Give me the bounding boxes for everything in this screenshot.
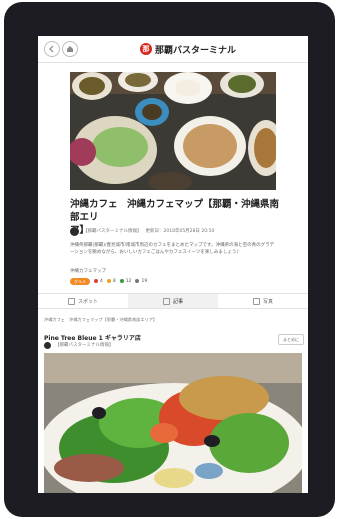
tab-article-label: 記事 [172,298,183,305]
like-count-value: 4 [100,278,103,284]
spot-count-value: 12 [125,278,132,284]
back-arrow-icon [49,45,54,53]
app-title: 那覇バスターミナル [155,45,237,56]
home-button[interactable] [62,41,78,57]
photo-count: 19 [135,279,147,284]
article-icon [162,297,170,305]
avatar[interactable] [44,341,51,349]
clip-icon [106,279,111,283]
clip-count-value: 8 [112,278,116,284]
like-count[interactable]: 4 [94,279,103,284]
brand-logo: 那 [140,43,152,55]
article-author[interactable]: 【那覇バスターミナル情報】 [83,228,142,234]
tab-photo[interactable]: 写真 [218,294,308,308]
app-screen: 那 那覇バスターミナル 沖縄カフェ 沖縄カフェマップ【那覇・沖縄県南部エリ ア】… [38,36,308,493]
tab-spot[interactable]: スポット [38,294,128,308]
spot-author-row: 【那覇バスターミナル情報】 [44,341,114,349]
article-updated: 更新日：2018年05月28日 20:50 [145,229,215,234]
article-stats: グルメ 4 8 12 19 [70,277,147,285]
tablet-frame: 那 那覇バスターミナル 沖縄カフェ 沖縄カフェマップ【那覇・沖縄県南部エリ ア】… [4,2,335,517]
article-hero-image [70,72,276,190]
back-button[interactable] [44,41,60,57]
article-author-row: 【那覇バスターミナル情報】 更新日：2018年05月28日 20:50 [70,226,214,236]
avatar[interactable] [70,226,79,236]
camera-icon [135,279,140,283]
article-description: 沖縄県那覇(那覇)/豊見城市/南城市周辺のカフェをまとめたマップです。沖縄県の海… [70,243,275,255]
chat-icon [67,297,75,305]
heart-icon [94,279,98,283]
brand[interactable]: 那 那覇バスターミナル [140,42,236,56]
category-badge[interactable]: グルメ [70,277,90,285]
photo-icon [252,297,260,305]
content-tabs: スポット 記事 写真 [38,293,308,309]
save-to-collection-button[interactable]: まとめに [278,334,304,345]
tab-photo-label: 写真 [262,298,273,305]
photo-count-value: 19 [141,278,148,284]
home-icon [67,46,73,52]
app-header: 那 那覇バスターミナル [38,36,308,63]
spot-count: 12 [119,278,132,284]
breadcrumb[interactable]: 沖縄カフェ 沖縄カフェマップ【那覇・沖縄県南部エリア】 [44,317,157,323]
tab-article[interactable]: 記事 [128,294,218,308]
pin-icon [119,279,124,283]
article-tag[interactable]: 沖縄カフェマップ [70,268,106,274]
article-title-line1: 沖縄カフェ 沖縄カフェマップ【那覇・沖縄県南部エリ [70,199,280,223]
tab-spot-label: スポット [77,298,98,305]
spot-author[interactable]: 【那覇バスターミナル情報】 [55,342,114,348]
spot-photo[interactable] [44,353,302,493]
clip-count[interactable]: 8 [106,278,116,284]
